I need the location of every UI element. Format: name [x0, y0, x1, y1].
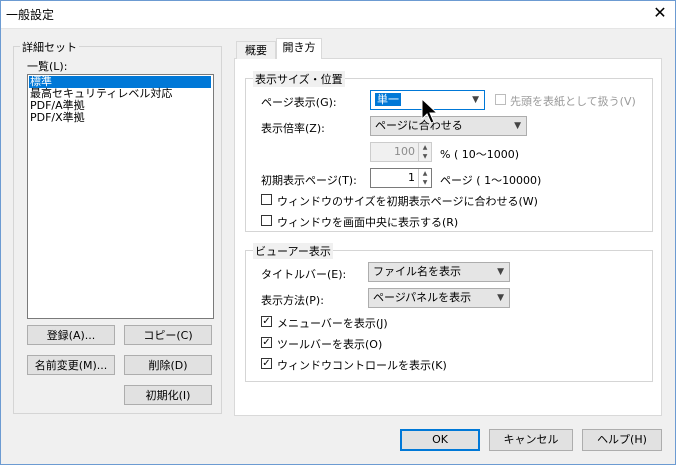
toolbar-label: ツールバーを表示(O) — [277, 338, 383, 351]
mouse-cursor-icon — [421, 98, 439, 124]
preset-listbox[interactable]: 標準 最高セキュリティレベル対応 PDF/A準拠 PDF/X準拠 — [27, 74, 214, 319]
up-arrow-icon[interactable]: ▲ — [419, 143, 431, 152]
zoom-percent-range: % ( 10～1000) — [440, 148, 520, 161]
method-select[interactable]: ページパネルを表示 ▼ — [368, 288, 510, 308]
display-group-label: 表示サイズ・位置 — [253, 71, 345, 87]
chevron-down-icon: ▼ — [497, 293, 504, 303]
method-label: 表示方法(P): — [261, 294, 324, 307]
list-item[interactable]: PDF/X準拠 — [29, 112, 211, 124]
method-value: ページパネルを表示 — [373, 291, 472, 304]
zoom-label: 表示倍率(Z): — [261, 122, 325, 135]
fit-window-checkbox[interactable] — [261, 194, 272, 205]
ok-button[interactable]: OK — [400, 429, 480, 451]
zoom-value: ページに合わせる — [375, 119, 463, 132]
initial-page-range: ページ ( 1～10000) — [440, 174, 542, 187]
preset-list-label: 一覧(L): — [27, 60, 68, 73]
chevron-down-icon: ▼ — [514, 121, 521, 131]
fit-window-label: ウィンドウのサイズを初期表示ページに合わせる(W) — [277, 195, 538, 208]
windowcontrol-label: ウィンドウコントロールを表示(K) — [277, 359, 447, 372]
toolbar-checkbox[interactable]: ✓ — [261, 337, 272, 348]
cover-checkbox[interactable] — [495, 94, 506, 105]
tab-overview[interactable]: 概要 — [236, 41, 276, 59]
chevron-down-icon: ▼ — [497, 267, 504, 277]
copy-button[interactable]: コピー(C) — [124, 325, 212, 345]
down-arrow-icon[interactable]: ▼ — [419, 178, 431, 187]
zoom-select[interactable]: ページに合わせる ▼ — [370, 116, 527, 136]
viewer-group-label: ビューアー表示 — [253, 243, 333, 259]
help-button[interactable]: ヘルプ(H) — [582, 429, 662, 451]
initial-page-spinner[interactable]: 1 ▲ ▼ — [370, 168, 432, 188]
menubar-checkbox[interactable]: ✓ — [261, 316, 272, 327]
chevron-down-icon: ▼ — [472, 95, 479, 105]
tab-open[interactable]: 開き方 — [276, 38, 322, 59]
spinner-arrows[interactable]: ▲ ▼ — [418, 169, 431, 187]
preset-group-label: 詳細セット — [20, 39, 79, 55]
initial-page-value: 1 — [408, 171, 415, 184]
zoom-percent-value: 100 — [394, 145, 415, 158]
register-button[interactable]: 登録(A)... — [27, 325, 115, 345]
titlebar-label: タイトルバー(E): — [261, 268, 347, 281]
close-icon[interactable]: ✕ — [648, 2, 672, 26]
center-window-label: ウィンドウを画面中央に表示する(R) — [277, 216, 459, 229]
menubar-label: メニューバーを表示(J) — [277, 317, 388, 330]
cancel-button[interactable]: キャンセル — [489, 429, 573, 451]
page-display-label: ページ表示(G): — [261, 96, 337, 109]
rename-button[interactable]: 名前変更(M)... — [27, 355, 115, 375]
delete-button[interactable]: 削除(D) — [124, 355, 212, 375]
center-window-checkbox[interactable] — [261, 215, 272, 226]
cover-checkbox-label: 先頭を表紙として扱う(V) — [510, 95, 636, 108]
spinner-arrows[interactable]: ▲ ▼ — [418, 143, 431, 161]
down-arrow-icon[interactable]: ▼ — [419, 152, 431, 161]
titlebar-value: ファイル名を表示 — [373, 265, 461, 278]
window-title: 一般設定 — [6, 8, 55, 22]
initial-page-label: 初期表示ページ(T): — [261, 174, 357, 187]
windowcontrol-checkbox[interactable]: ✓ — [261, 358, 272, 369]
zoom-percent-spinner[interactable]: 100 ▲ ▼ — [370, 142, 432, 162]
page-display-value: 単一 — [375, 93, 401, 106]
up-arrow-icon[interactable]: ▲ — [419, 169, 431, 178]
titlebar-select[interactable]: ファイル名を表示 ▼ — [368, 262, 510, 282]
title-bar — [0, 0, 676, 29]
initialize-button[interactable]: 初期化(I) — [124, 385, 212, 405]
